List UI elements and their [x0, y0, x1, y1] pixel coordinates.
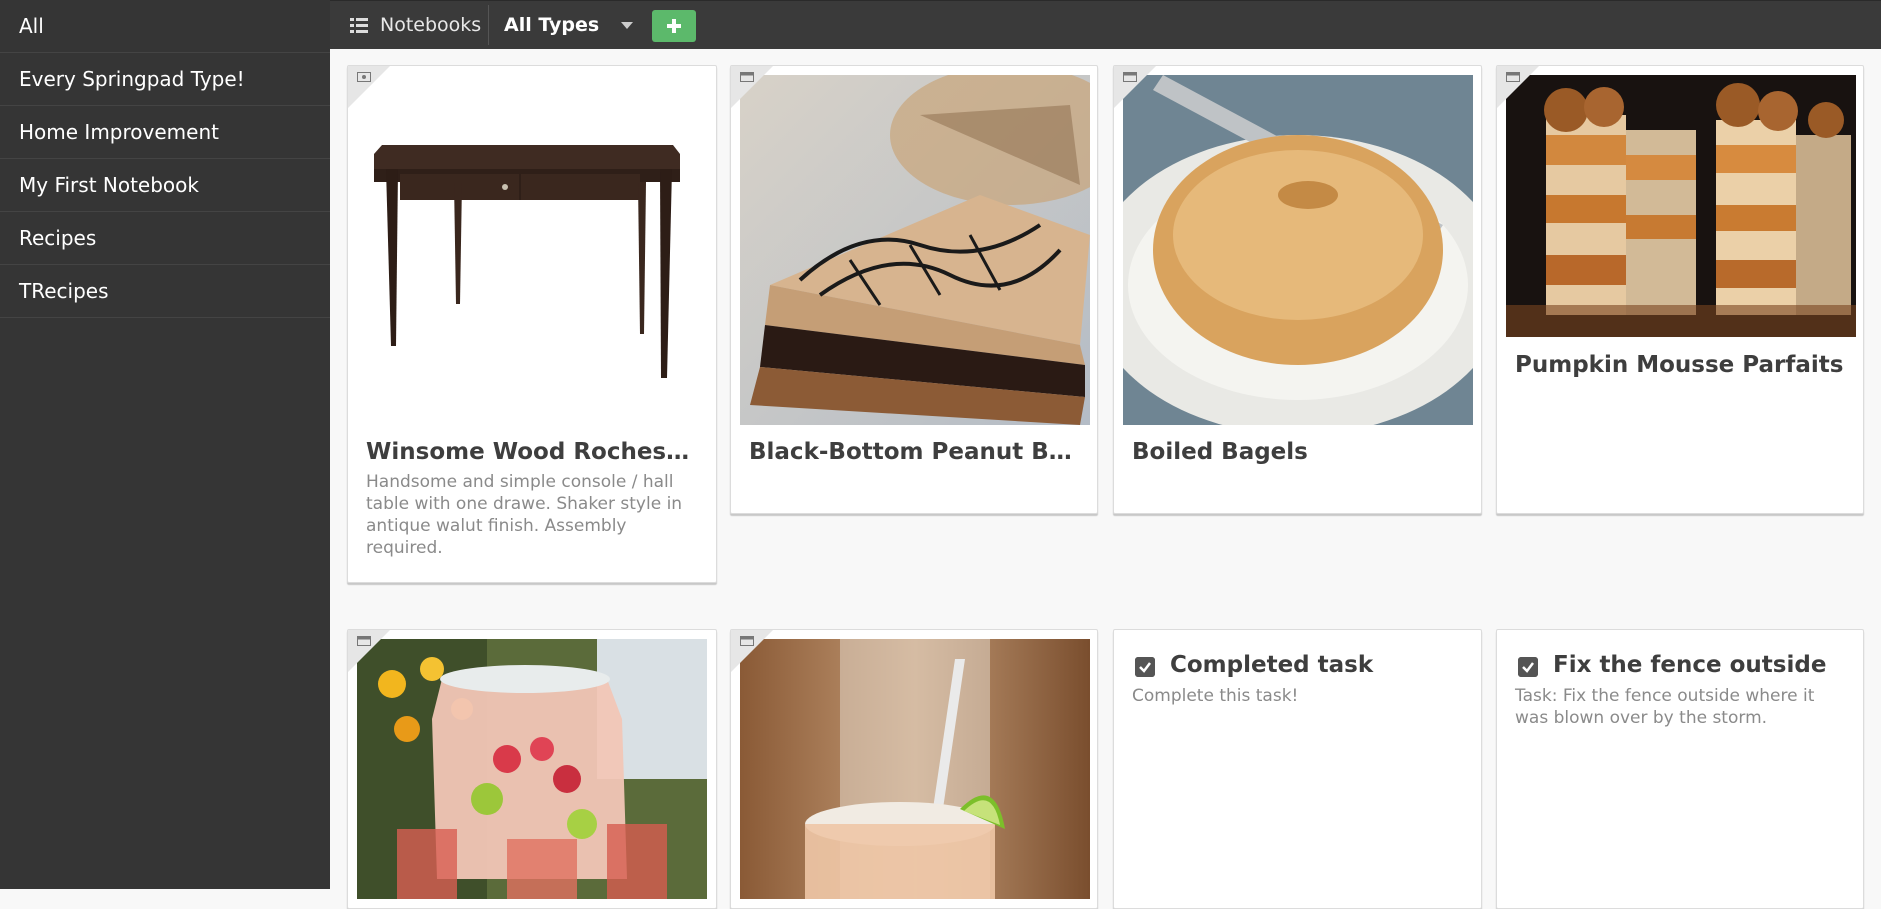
sidebar-item-home-improvement[interactable]: Home Improvement [0, 106, 330, 159]
card-recipe[interactable]: Pumpkin Mousse Parfaits [1496, 65, 1864, 514]
card-image [357, 639, 707, 899]
card-title: Pumpkin Mousse Parfaits [1515, 352, 1844, 378]
product-icon [357, 72, 371, 82]
add-button[interactable] [652, 10, 696, 42]
sidebar-item-my-first-notebook[interactable]: My First Notebook [0, 159, 330, 212]
sidebar-item-recipes[interactable]: Recipes [0, 212, 330, 265]
card-description: Task: Fix the fence outside where it was… [1515, 686, 1815, 728]
card-recipe[interactable] [730, 629, 1098, 909]
notebook-sidebar: All Every Springpad Type! Home Improveme… [0, 0, 330, 889]
type-filter-label: All Types [504, 14, 600, 36]
sidebar-item-every-springpad-type[interactable]: Every Springpad Type! [0, 53, 330, 106]
list-icon [350, 17, 368, 33]
recipe-icon [740, 72, 754, 82]
checkbox-icon[interactable] [1518, 657, 1538, 677]
card-title: Completed task [1170, 652, 1374, 678]
card-title: Boiled Bagels [1132, 439, 1308, 465]
card-image [740, 75, 1090, 425]
sidebar-item-all[interactable]: All [0, 0, 330, 53]
card-image [1506, 75, 1856, 337]
recipe-icon [357, 636, 371, 646]
sidebar-item-trecipes[interactable]: TRecipes [0, 265, 330, 318]
card-image [356, 74, 708, 404]
card-recipe[interactable]: Black-Bottom Peanut Butte... [730, 65, 1098, 514]
recipe-icon [740, 636, 754, 646]
card-recipe[interactable]: Boiled Bagels [1113, 65, 1482, 514]
checkbox-icon[interactable] [1135, 657, 1155, 677]
notebooks-button[interactable]: Notebooks [350, 1, 481, 49]
card-title: Black-Bottom Peanut Butte... [749, 439, 1085, 465]
toolbar: Notebooks All Types [330, 0, 1881, 49]
card-product[interactable]: Winsome Wood Rochester ... Handsome and … [347, 65, 717, 583]
card-image [740, 639, 1090, 899]
card-title: Winsome Wood Rochester ... [366, 439, 696, 465]
notebooks-label: Notebooks [380, 14, 482, 36]
card-task[interactable]: Fix the fence outside Task: Fix the fenc… [1496, 629, 1864, 909]
card-recipe[interactable] [347, 629, 717, 909]
type-filter-dropdown[interactable]: All Types [504, 1, 634, 49]
recipe-icon [1506, 72, 1520, 82]
card-description: Complete this task! [1132, 686, 1299, 706]
card-task[interactable]: Completed task Complete this task! [1113, 629, 1482, 909]
recipe-icon [1123, 72, 1137, 82]
plus-icon [667, 19, 681, 33]
caret-down-icon [621, 21, 634, 29]
card-description: Handsome and simple console / hall table… [366, 472, 683, 558]
card-title: Fix the fence outside [1553, 652, 1827, 678]
card-image [1123, 75, 1473, 425]
toolbar-divider [488, 5, 489, 45]
